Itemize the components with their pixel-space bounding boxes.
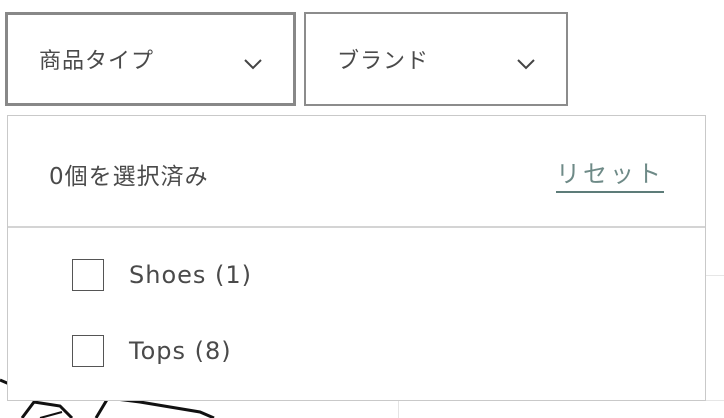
background-divider (398, 400, 399, 418)
background-divider (706, 275, 724, 276)
chevron-down-icon (517, 59, 535, 70)
reset-link[interactable]: リセット (556, 154, 664, 193)
product-type-filter-label: 商品タイプ (39, 49, 155, 74)
brand-filter-button[interactable]: ブランド (304, 12, 568, 106)
selected-count: 0個を選択済み (49, 164, 209, 190)
product-type-filter-button[interactable]: 商品タイプ (5, 12, 296, 106)
option-tops[interactable]: Tops (8) (72, 335, 232, 367)
option-label: Shoes (1) (129, 261, 253, 289)
option-shoes[interactable]: Shoes (1) (72, 259, 252, 291)
tops-checkbox[interactable] (72, 335, 104, 367)
shoes-checkbox[interactable] (72, 259, 104, 291)
product-type-dropdown: 0個を選択済み リセット Shoes (1) Tops (8) (7, 115, 706, 401)
chevron-down-icon (244, 59, 262, 70)
dropdown-header: 0個を選択済み リセット (8, 116, 705, 228)
background-divider (706, 400, 724, 401)
option-label: Tops (8) (129, 337, 232, 365)
brand-filter-label: ブランド (337, 49, 430, 74)
